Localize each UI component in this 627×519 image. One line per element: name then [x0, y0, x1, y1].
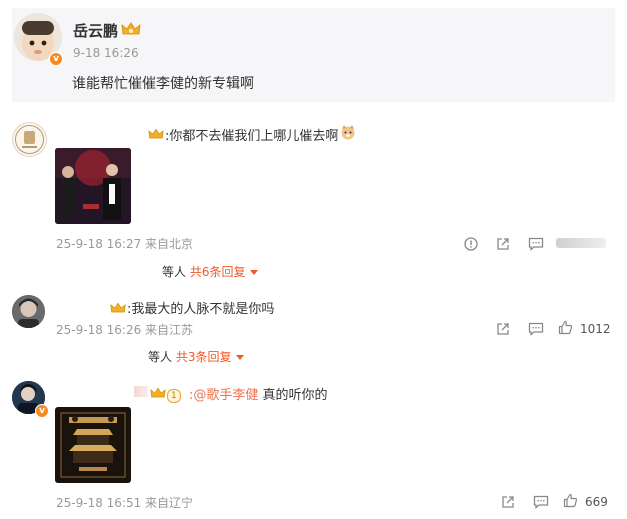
- chevron-down-icon: [250, 270, 259, 275]
- post-author-name[interactable]: 岳云鹏: [73, 20, 118, 41]
- reply-count[interactable]: 共3条回复: [176, 350, 232, 364]
- comment-avatar[interactable]: [12, 122, 47, 157]
- chevron-down-icon: [236, 355, 245, 360]
- comment-text: :我最大的人脉不就是你吗: [127, 302, 275, 317]
- like-icon[interactable]: [558, 320, 573, 335]
- reply-prefix: 等人: [148, 350, 173, 364]
- comment-image[interactable]: [55, 148, 131, 224]
- comment-text: :你都不去催我们上哪儿催去啊: [165, 129, 339, 144]
- emoji-icon: [340, 124, 356, 144]
- verified-badge: v: [35, 404, 49, 418]
- comment-avatar[interactable]: [12, 295, 45, 328]
- reply-prefix: 等人: [162, 265, 187, 279]
- level-badge: 1: [167, 385, 181, 404]
- comment-time: 25-9-18 16:51 来自辽宁: [56, 496, 194, 510]
- comment-time: 25-9-18 16:26 来自江苏: [56, 323, 194, 337]
- like-count: 669: [585, 495, 608, 509]
- post-text: 谁能帮忙催催李健的新专辑啊: [72, 76, 254, 92]
- crown-icon: [148, 126, 164, 145]
- comment-image[interactable]: [55, 407, 131, 483]
- crown-icon: [110, 300, 126, 319]
- reply-summary[interactable]: 等人 共6条回复: [162, 263, 259, 280]
- reply-count[interactable]: 共6条回复: [190, 265, 246, 279]
- mention-link[interactable]: :@歌手李健: [189, 388, 258, 403]
- post-time: 9-18 16:26: [73, 46, 139, 60]
- like-count-blurred: [556, 238, 606, 248]
- level-number: 1: [167, 388, 181, 403]
- comment-text: :@歌手李健 真的听你的: [189, 384, 328, 403]
- share-icon[interactable]: [501, 494, 515, 508]
- comment-icon[interactable]: [528, 321, 544, 336]
- comment-text-body: 真的听你的: [258, 388, 328, 403]
- comment-icon[interactable]: [533, 494, 549, 509]
- report-icon[interactable]: [464, 236, 478, 251]
- share-icon[interactable]: [496, 236, 510, 250]
- like-icon[interactable]: [563, 493, 578, 508]
- reply-summary[interactable]: 等人 共3条回复: [148, 348, 245, 365]
- crown-icon: [121, 21, 141, 41]
- like-count: 1012: [580, 322, 611, 336]
- username-blurred: [134, 386, 148, 397]
- verified-badge: v: [49, 52, 63, 66]
- comment-icon[interactable]: [528, 236, 544, 251]
- comment-time: 25-9-18 16:27 来自北京: [56, 237, 194, 251]
- share-icon[interactable]: [496, 321, 510, 335]
- crown-icon: [150, 385, 166, 404]
